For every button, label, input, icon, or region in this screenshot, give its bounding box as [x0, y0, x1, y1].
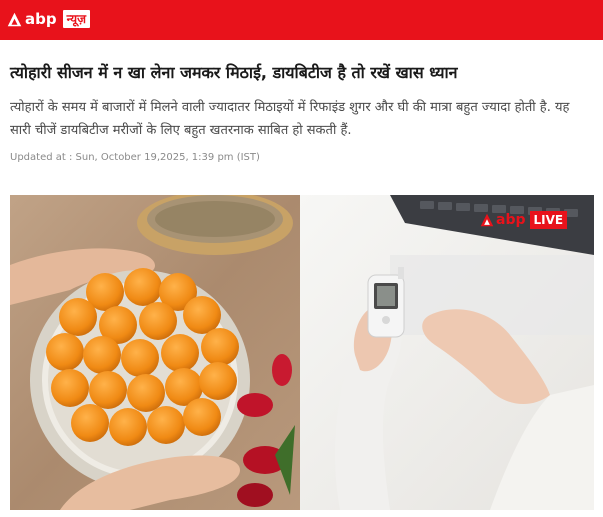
- logo-tag: न्यूज़: [62, 10, 91, 28]
- watermark-logo-text: abp: [496, 212, 526, 228]
- article-headline: त्योहारी सीजन में न खा लेना जमकर मिठाई, …: [10, 63, 458, 82]
- hero-illustration: [10, 195, 594, 510]
- abp-triangle-icon: [480, 213, 494, 227]
- article-summary: त्योहारों के समय में बाजारों में मिलने व…: [10, 100, 570, 138]
- abp-live-watermark: abp LIVE: [480, 209, 568, 231]
- hero-image[interactable]: abp LIVE: [10, 195, 594, 510]
- glucose-meter: [367, 267, 405, 338]
- live-tag: LIVE: [529, 211, 568, 229]
- logo-text: abp: [25, 10, 57, 28]
- updated-timestamp: Updated at : Sun, October 19,2025, 1:39 …: [10, 152, 260, 163]
- top-bar: abp न्यूज़: [0, 0, 603, 40]
- abp-triangle-icon: [7, 12, 22, 26]
- abp-news-logo[interactable]: abp न्यूज़: [7, 8, 91, 30]
